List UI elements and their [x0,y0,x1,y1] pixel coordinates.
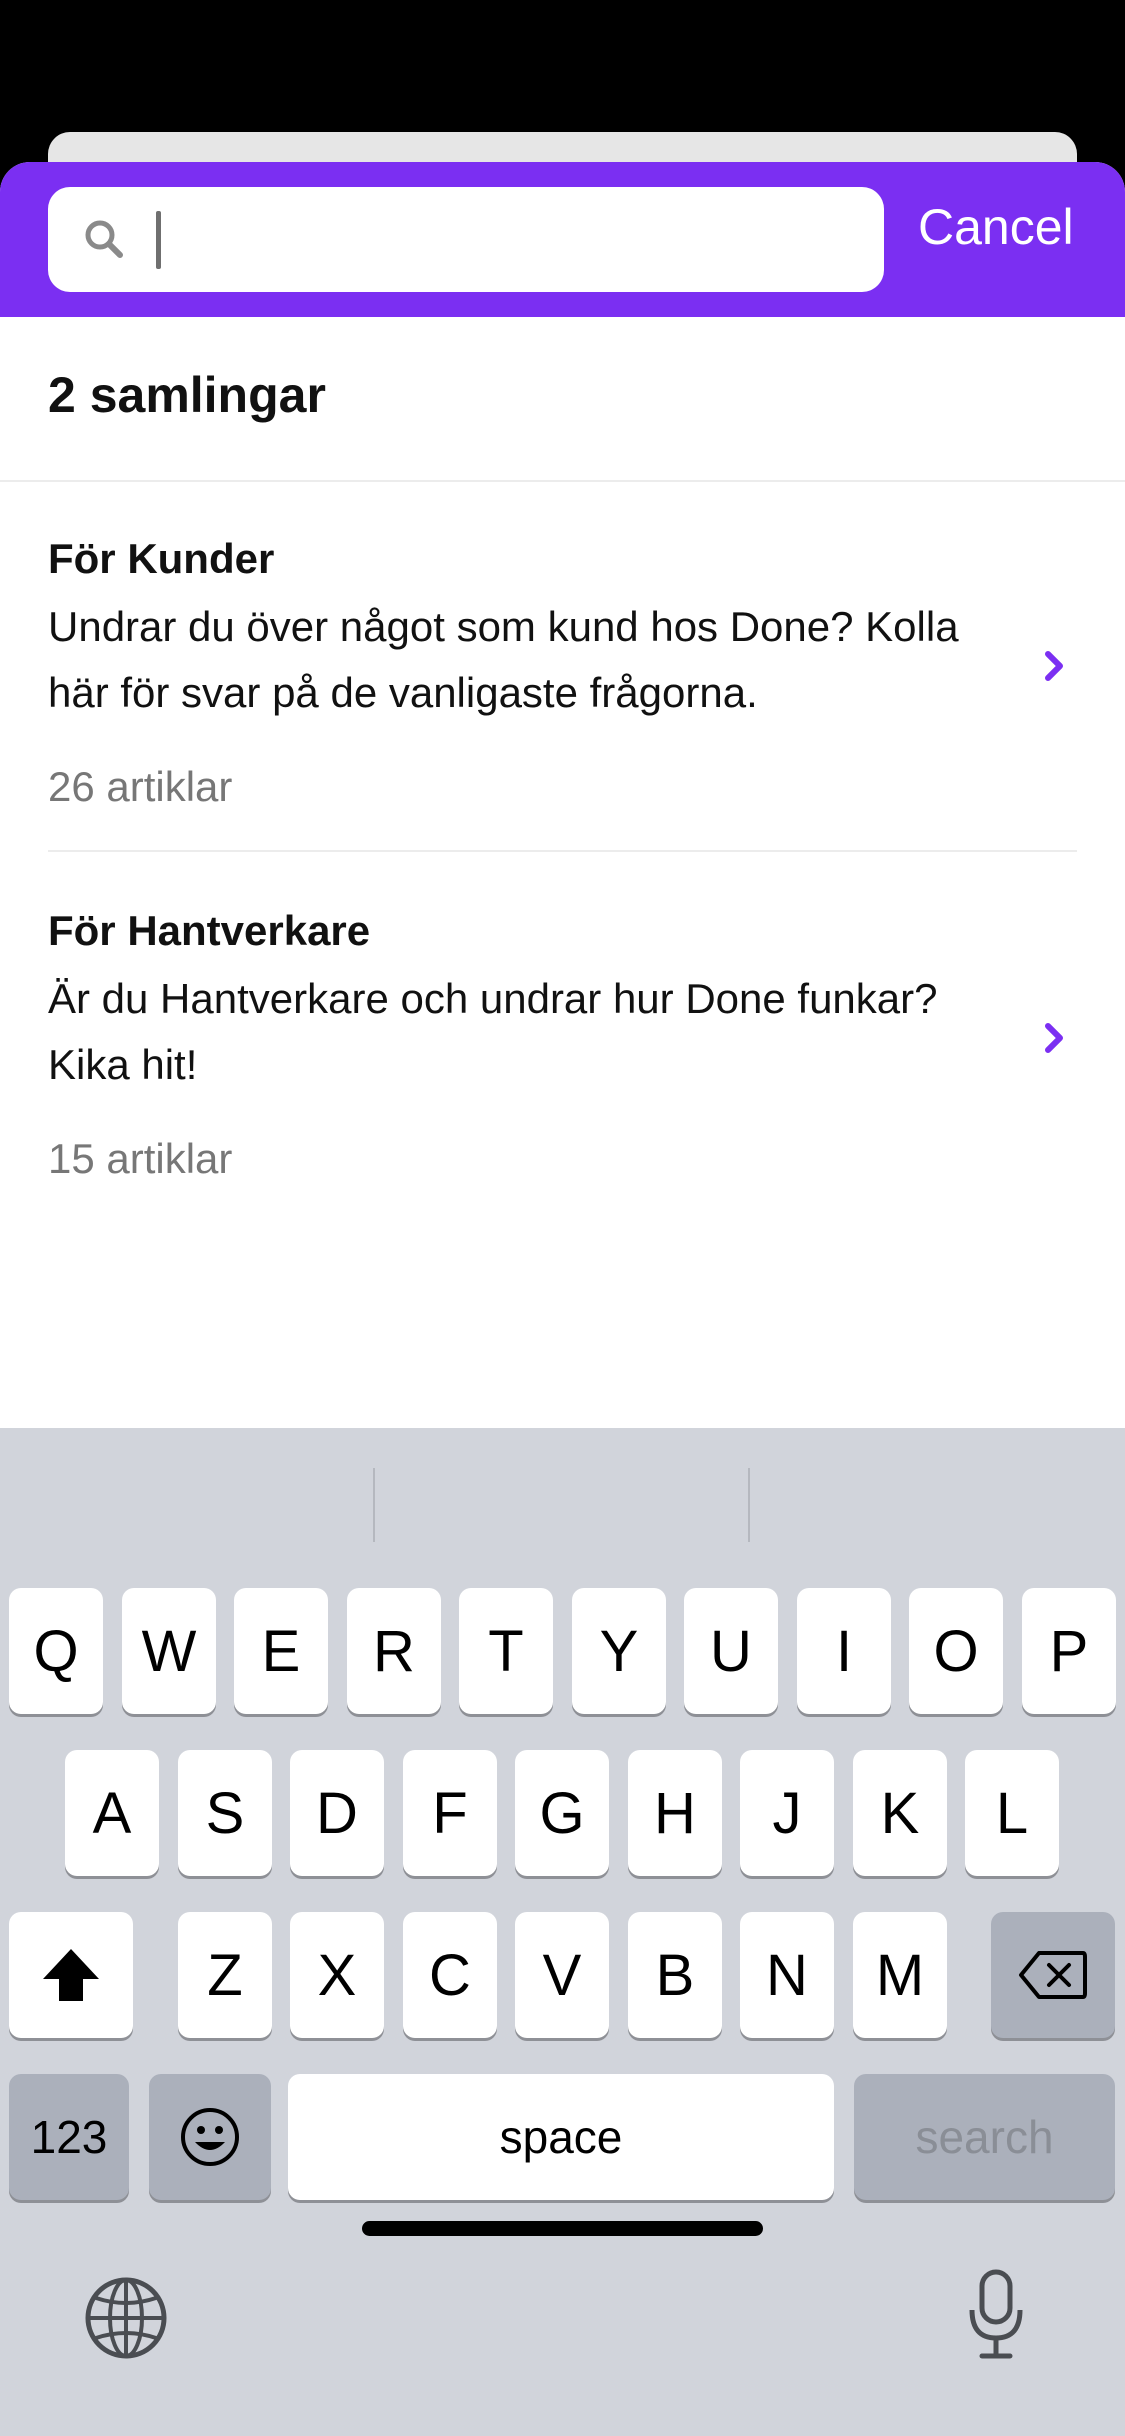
key-u[interactable]: U [684,1588,778,1714]
key-h[interactable]: H [628,1750,722,1876]
space-key[interactable]: space [288,2074,834,2200]
collection-article-count: 26 artiklar [48,763,233,810]
search-input[interactable] [156,201,856,277]
key-z[interactable]: Z [178,1912,272,2038]
collection-title: För Hantverkare [48,907,371,954]
key-s[interactable]: S [178,1750,272,1876]
key-v[interactable]: V [515,1912,609,2038]
collection-item-hantverkare[interactable]: För Hantverkare Är du Hantverkare och un… [0,904,1125,1274]
delete-key[interactable] [991,1912,1115,2038]
key-c[interactable]: C [403,1912,497,2038]
search-header: Cancel [0,162,1125,317]
key-r[interactable]: R [347,1588,441,1714]
key-j[interactable]: J [740,1750,834,1876]
key-i[interactable]: I [797,1588,891,1714]
key-o[interactable]: O [909,1588,1003,1714]
collection-article-count: 15 artiklar [48,1135,233,1182]
microphone-icon[interactable] [966,2268,1026,2362]
text-cursor [156,211,161,269]
key-e[interactable]: E [234,1588,328,1714]
key-q[interactable]: Q [9,1588,103,1714]
shift-arrow-icon [43,1949,99,2001]
search-key[interactable]: search [854,2074,1115,2200]
chevron-right-icon [1045,1023,1063,1053]
key-w[interactable]: W [122,1588,216,1714]
key-t[interactable]: T [459,1588,553,1714]
key-k[interactable]: K [853,1750,947,1876]
key-f[interactable]: F [403,1750,497,1876]
chevron-right-icon [1045,651,1063,681]
key-b[interactable]: B [628,1912,722,2038]
suggestion-separator [373,1468,375,1542]
onscreen-keyboard: Q W E R T Y U I O P A S D F G H J K L Z … [0,1428,1125,2436]
collection-item-kunder[interactable]: För Kunder Undrar du över något som kund… [0,532,1125,902]
numbers-key[interactable]: 123 [9,2074,129,2200]
key-d[interactable]: D [290,1750,384,1876]
collection-description: Undrar du över något som kund hos Done? … [48,603,959,716]
key-y[interactable]: Y [572,1588,666,1714]
key-a[interactable]: A [65,1750,159,1876]
key-n[interactable]: N [740,1912,834,2038]
collection-title: För Kunder [48,535,275,582]
key-l[interactable]: L [965,1750,1059,1876]
search-field[interactable] [48,187,884,292]
search-icon [85,220,123,258]
collections-count: 2 samlingar [48,367,326,423]
key-m[interactable]: M [853,1912,947,2038]
shift-key[interactable] [9,1912,133,2038]
emoji-smiley-icon [181,2108,239,2166]
collection-description: Är du Hantverkare och undrar hur Done fu… [48,975,938,1088]
emoji-key[interactable] [149,2074,271,2200]
key-x[interactable]: X [290,1912,384,2038]
globe-icon[interactable] [84,2276,168,2360]
home-indicator[interactable] [362,2221,763,2236]
key-p[interactable]: P [1022,1588,1116,1714]
key-g[interactable]: G [515,1750,609,1876]
backspace-icon [1019,1951,1087,1999]
suggestion-separator [748,1468,750,1542]
divider [0,480,1125,482]
divider [48,850,1077,852]
cancel-button[interactable]: Cancel [918,202,1074,252]
